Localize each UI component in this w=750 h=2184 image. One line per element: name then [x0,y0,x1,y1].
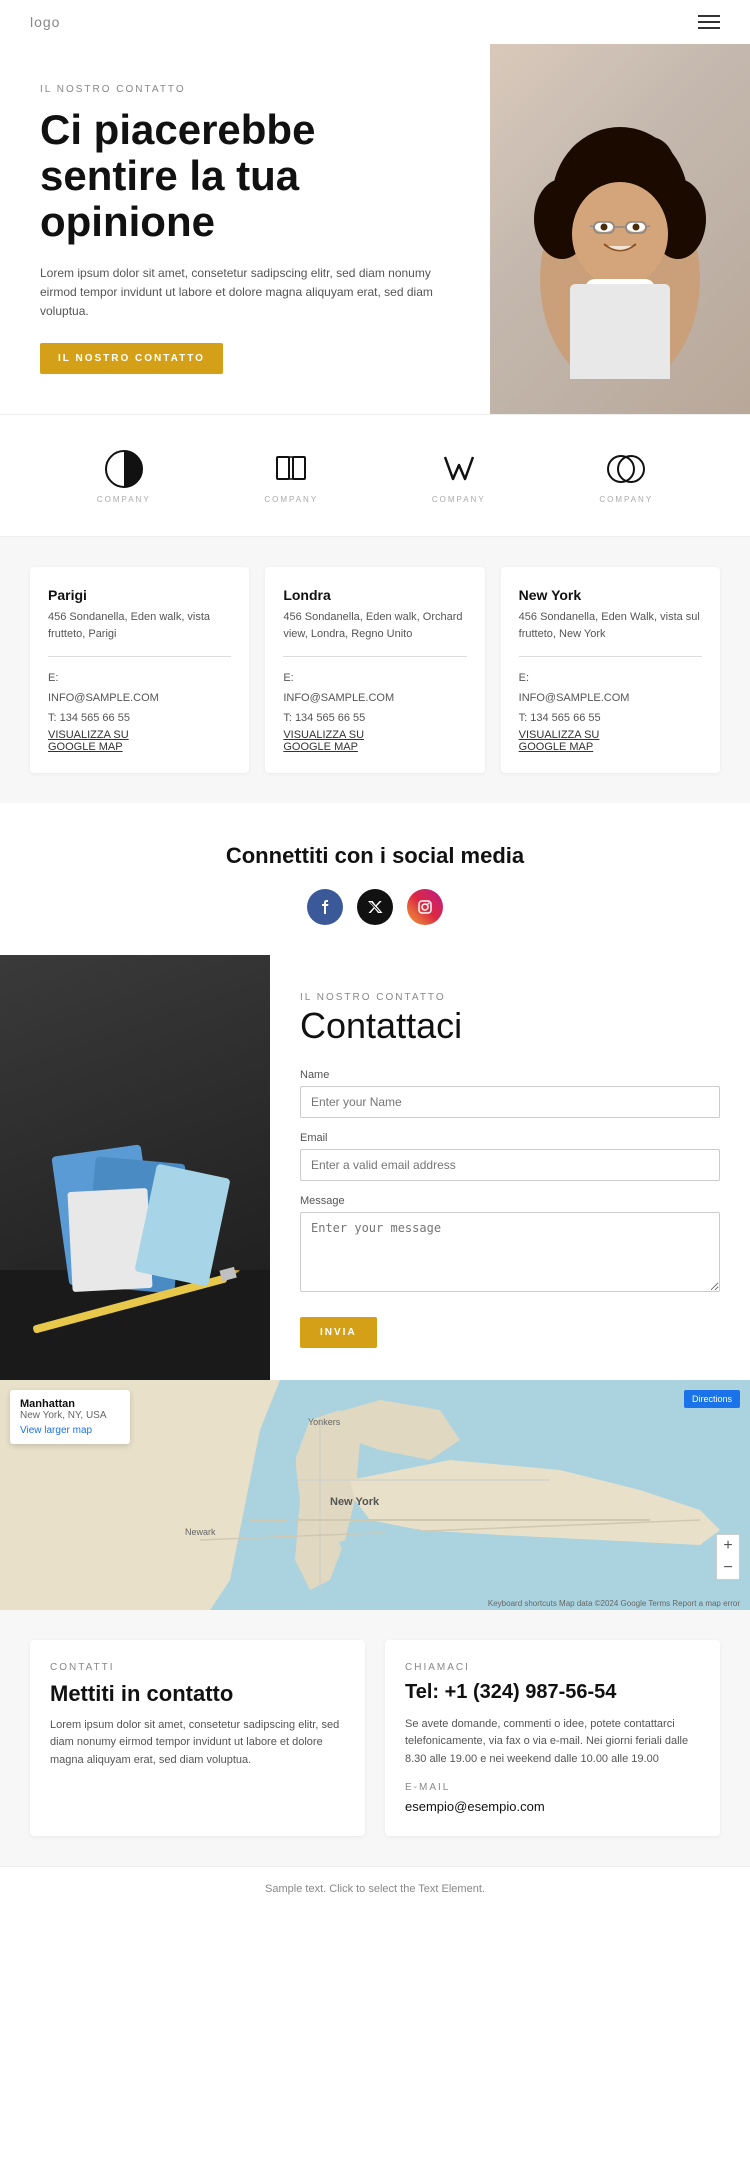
office-contact-parigi: E: INFO@SAMPLE.COM T: 134 565 66 55 [48,669,231,728]
directions-button[interactable]: Directions [684,1390,740,1408]
stationery-illustration [0,1010,270,1380]
company-logo-3 [437,447,481,491]
office-city-parigi: Parigi [48,587,231,603]
office-phone-newyork: T: 134 565 66 55 [519,712,601,724]
office-card-londra: Londra 456 Sondanella, Eden walk, Orchar… [265,567,484,772]
message-form-group: Message [300,1195,720,1297]
name-input[interactable] [300,1086,720,1118]
office-city-londra: Londra [283,587,466,603]
bottom-card-contact-title: Mettiti in contatto [50,1681,345,1707]
office-phone-parigi: T: 134 565 66 55 [48,712,130,724]
map-location-card: Manhattan New York, NY, USA View larger … [10,1390,130,1444]
message-label: Message [300,1195,720,1207]
office-email-label-newyork: E: [519,672,529,684]
hero-cta-button[interactable]: IL NOSTRO CONTATTO [40,343,223,374]
map-location-title: Manhattan [20,1398,120,1410]
office-email-londra: INFO@SAMPLE.COM [283,692,394,704]
office-address-newyork: 456 Sondanella, Eden Walk, vista sul fru… [519,609,702,642]
map-zoom-controls: + − [716,1534,740,1580]
bottom-card-contact-label: CONTATTI [50,1662,345,1673]
logos-section: COMPANY COMPANY COMPANY COMPANY [0,414,750,537]
bottom-card-email-address: esempio@esempio.com [405,1799,700,1814]
twitter-x-icon[interactable] [357,889,393,925]
map-location-sub: New York, NY, USA [20,1410,120,1421]
social-section: Connettiti con i social media [0,803,750,955]
submit-button[interactable]: INVIA [300,1317,377,1348]
logo-item-1: COMPANY [97,447,151,504]
bottom-info-section: CONTATTI Mettiti in contatto Lorem ipsum… [0,1610,750,1867]
offices-section: Parigi 456 Sondanella, Eden walk, vista … [0,537,750,802]
logo-item-2: COMPANY [264,447,318,504]
office-map-link-parigi[interactable]: VISUALIZZA SUGOOGLE MAP [48,729,231,753]
office-address-parigi: 456 Sondanella, Eden walk, vista fruttet… [48,609,231,642]
social-title: Connettiti con i social media [30,843,720,869]
header: logo [0,0,750,44]
office-map-link-newyork[interactable]: VISUALIZZA SUGOOGLE MAP [519,729,702,753]
bottom-card-call-label: CHIAMACI [405,1662,700,1673]
hero-person-illustration [490,79,750,379]
office-email-parigi: INFO@SAMPLE.COM [48,692,159,704]
svg-text:Newark: Newark [185,1527,216,1537]
footer-sample-text: Sample text. Click to select the Text El… [265,1883,485,1895]
contact-form-section: IL NOSTRO CONTATTO Contattaci Name Email… [0,955,750,1380]
office-map-link-londra[interactable]: VISUALIZZA SUGOOGLE MAP [283,729,466,753]
office-contact-newyork: E: INFO@SAMPLE.COM T: 134 565 66 55 [519,669,702,728]
hero-image [490,44,750,414]
contact-image [0,955,270,1380]
hero-section: IL NOSTRO CONTATTO Ci piacerebbe sentire… [0,44,750,414]
office-email-label-parigi: E: [48,672,58,684]
name-form-group: Name [300,1069,720,1118]
hamburger-menu[interactable] [698,15,720,29]
bottom-card-email-label: E-MAIL [405,1782,700,1793]
logo: logo [30,14,60,30]
contact-section-label: IL NOSTRO CONTATTO [300,992,446,1003]
email-form-group: Email [300,1132,720,1181]
logo-item-3: COMPANY [432,447,486,504]
company-logo-4 [604,447,648,491]
company-logo-1 [102,447,146,491]
office-phone-londra: T: 134 565 66 55 [283,712,365,724]
hero-text: IL NOSTRO CONTATTO Ci piacerebbe sentire… [0,44,490,414]
contact-form: Name Email Message INVIA [300,1069,720,1348]
name-label: Name [300,1069,720,1081]
email-input[interactable] [300,1149,720,1181]
hero-title: Ci piacerebbe sentire la tua opinione [40,107,460,246]
office-city-newyork: New York [519,587,702,603]
logo-item-4: COMPANY [599,447,653,504]
contact-title: Contattaci [300,1005,720,1047]
map-zoom-in-button[interactable]: + [717,1535,739,1557]
bottom-card-call-text: Se avete domande, commenti o idee, potet… [405,1716,700,1769]
facebook-icon[interactable] [307,889,343,925]
office-card-newyork: New York 456 Sondanella, Eden Walk, vist… [501,567,720,772]
office-contact-londra: E: INFO@SAMPLE.COM T: 134 565 66 55 [283,669,466,728]
map-copyright: Keyboard shortcuts Map data ©2024 Google… [488,1599,740,1608]
bottom-card-contact: CONTATTI Mettiti in contatto Lorem ipsum… [30,1640,365,1837]
bottom-card-call: CHIAMACI Tel: +1 (324) 987-56-54 Se avet… [385,1640,720,1837]
svg-text:New York: New York [330,1496,380,1508]
message-textarea[interactable] [300,1212,720,1292]
office-email-label-londra: E: [283,672,293,684]
office-email-newyork: INFO@SAMPLE.COM [519,692,630,704]
bottom-card-contact-desc: Lorem ipsum dolor sit amet, consetetur s… [50,1717,345,1770]
office-card-parigi: Parigi 456 Sondanella, Eden walk, vista … [30,567,249,772]
social-icons-container [30,889,720,925]
email-label: Email [300,1132,720,1144]
svg-text:Yonkers: Yonkers [308,1417,341,1427]
company-logo-2 [269,447,313,491]
office-address-londra: 456 Sondanella, Eden walk, Orchard view,… [283,609,466,642]
map-section: New York Newark Yonkers Manhattan New Yo… [0,1380,750,1610]
map-zoom-out-button[interactable]: − [717,1557,739,1579]
map-view-larger-link[interactable]: View larger map [20,1425,120,1436]
contact-form-right: IL NOSTRO CONTATTO Contattaci Name Email… [270,955,750,1380]
instagram-icon[interactable] [407,889,443,925]
bottom-card-phone-number: Tel: +1 (324) 987-56-54 [405,1681,700,1704]
hero-description: Lorem ipsum dolor sit amet, consetetur s… [40,264,460,322]
footer: Sample text. Click to select the Text El… [0,1866,750,1911]
hero-section-label: IL NOSTRO CONTATTO [40,84,460,95]
